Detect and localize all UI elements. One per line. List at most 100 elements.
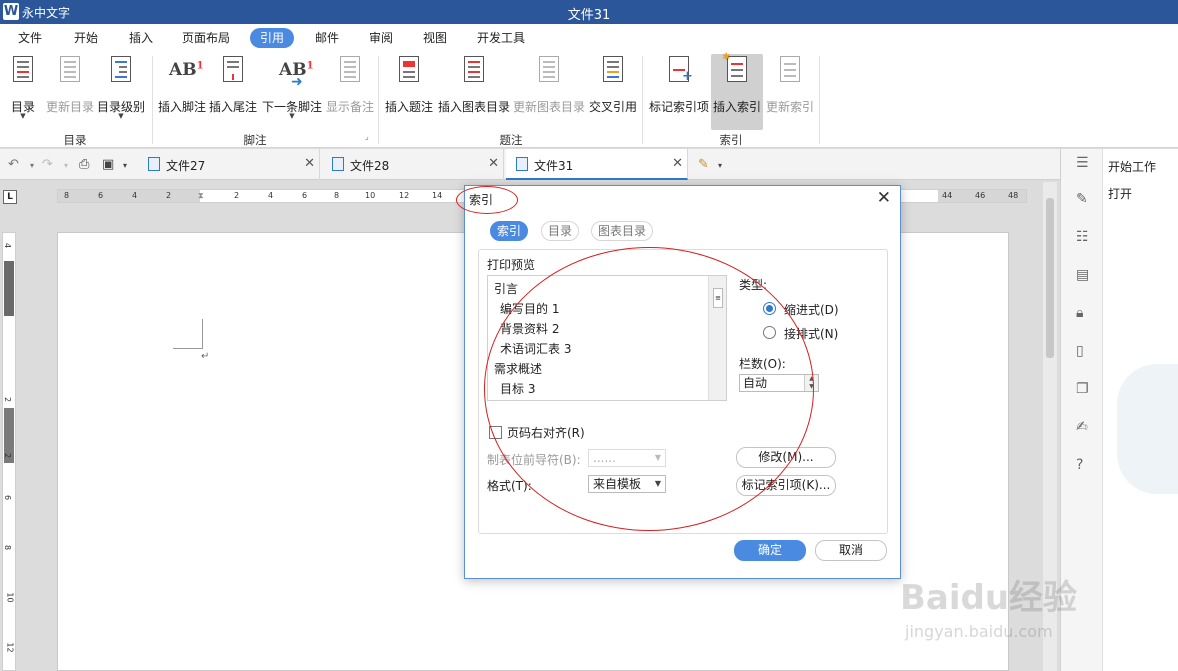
toc-button[interactable]: 目录 ▼: [8, 54, 38, 130]
update-figures-icon: [534, 54, 564, 88]
insert-footnote-button[interactable]: AB1 插入脚注: [157, 54, 207, 130]
cross-reference-button[interactable]: 交叉引用: [588, 54, 638, 130]
menu-view[interactable]: 视图: [423, 28, 447, 48]
start-work-title: 开始工作: [1108, 160, 1157, 174]
update-index-button[interactable]: 更新索引: [765, 54, 815, 130]
update-table-of-figures-button[interactable]: 更新图表目录: [512, 54, 586, 130]
group-label-toc: 目录: [63, 133, 87, 147]
caption-icon: [394, 54, 424, 88]
menu-page-layout[interactable]: 页面布局: [182, 28, 230, 48]
show-notes-button[interactable]: 显示备注: [325, 54, 375, 130]
menu-home[interactable]: 开始: [74, 28, 98, 48]
update-toc-button[interactable]: 更新目录: [44, 54, 96, 130]
close-icon[interactable]: ✕: [877, 188, 891, 208]
chevron-down-icon[interactable]: ▾: [123, 161, 127, 170]
insert-index-button[interactable]: ✱ 插入索引: [711, 52, 763, 130]
illustration: [1117, 364, 1178, 494]
group-label-index: 索引: [719, 133, 743, 147]
tab-stop-selector[interactable]: L: [3, 190, 17, 204]
menu-insert[interactable]: 插入: [129, 28, 153, 48]
tab-table-of-figures[interactable]: 图表目录: [591, 221, 654, 241]
watermark-logo: Baidu经验: [900, 578, 1078, 618]
chevron-down-icon: ▼: [289, 112, 295, 120]
document-icon: [332, 157, 344, 171]
next-footnote-icon: AB1 ➜: [279, 60, 314, 90]
menu-lines-icon[interactable]: ☰: [1076, 155, 1089, 171]
margin-corner-mark: [173, 319, 203, 349]
chevron-down-icon: ▼: [118, 112, 124, 120]
menu-bar: 文件 开始 插入 页面布局 引用 邮件 审阅 视图 开发工具: [0, 24, 1178, 50]
undo-icon[interactable]: ↶: [8, 157, 19, 172]
document-tab-bar: ↶ ▾ ↷ ▾ ⎙ ▣ ▾ 文件27 ✕ 文件28 ✕ 文件31 ✕ ✎ ▾: [0, 149, 1060, 180]
task-pane: 开始工作 打开: [1102, 149, 1178, 671]
insert-endnote-button[interactable]: 插入尾注: [208, 54, 258, 130]
tab-index[interactable]: 索引: [490, 221, 529, 241]
next-footnote-button[interactable]: AB1 ➜ 下一条脚注 ▼: [261, 54, 323, 130]
menu-developer[interactable]: 开发工具: [477, 28, 525, 48]
tab-doc-28[interactable]: 文件28 ✕: [322, 149, 504, 180]
show-notes-icon: [335, 54, 365, 88]
update-toc-icon: [55, 54, 85, 88]
help-icon[interactable]: ?: [1076, 457, 1083, 473]
chevron-down-icon: ▼: [20, 112, 26, 120]
chevron-down-icon[interactable]: ▾: [30, 161, 34, 170]
ok-button[interactable]: 确定: [734, 540, 806, 561]
group-divider: [819, 56, 820, 144]
edit-icon[interactable]: ✍: [1076, 419, 1088, 435]
menu-mailings[interactable]: 邮件: [315, 28, 339, 48]
group-label-caption: 题注: [499, 133, 523, 147]
ribbon: 目录 ▼ 更新目录 目录级别 ▼ 目录 AB1 插入脚注 插入尾注 AB1 ➜ 下一条…: [0, 50, 1178, 148]
paragraph-mark-icon: ↵: [201, 351, 210, 362]
dialog-launcher-icon[interactable]: ⌟: [365, 132, 369, 141]
close-icon[interactable]: ✕: [672, 156, 683, 171]
lock-icon[interactable]: 🔒︎: [1076, 305, 1083, 321]
redo-icon[interactable]: ↷: [42, 157, 53, 172]
insert-index-icon: ✱: [722, 52, 752, 88]
settings-sliders-icon[interactable]: ☷: [1076, 229, 1089, 245]
menu-review[interactable]: 审阅: [369, 28, 393, 48]
menu-file[interactable]: 文件: [18, 28, 42, 48]
group-divider: [152, 56, 153, 144]
toc-level-icon: [106, 54, 136, 88]
annotation-ellipse-options: [484, 247, 814, 531]
open-link[interactable]: 打开: [1108, 185, 1132, 202]
mark-entry-button[interactable]: + 标记索引项: [648, 54, 710, 130]
indent-marker-icon[interactable]: ⧗: [198, 191, 204, 201]
chevron-down-icon[interactable]: ▾: [64, 161, 68, 170]
document-icon: [516, 157, 528, 171]
group-divider: [378, 56, 379, 144]
insert-table-of-figures-button[interactable]: 插入图表目录: [437, 54, 511, 130]
table-of-figures-icon: [459, 54, 489, 88]
save-icon[interactable]: ▣: [102, 157, 114, 172]
preview-label: 打印预览: [487, 258, 536, 272]
print-preview-icon[interactable]: ⎙: [79, 157, 89, 172]
update-index-icon: [775, 54, 805, 88]
vertical-ruler[interactable]: 4 2 2 6 8 10 12: [2, 232, 16, 671]
new-document-icon[interactable]: ✎: [698, 157, 709, 172]
close-icon[interactable]: ✕: [304, 156, 315, 171]
copy-icon[interactable]: ❐: [1076, 381, 1089, 397]
document-icon: [148, 157, 160, 171]
tab-toc[interactable]: 目录: [541, 221, 580, 241]
pen-icon[interactable]: ✎: [1076, 191, 1088, 207]
annotation-ellipse-title: [456, 186, 518, 214]
watermark-url: jingyan.baidu.com: [905, 622, 1053, 641]
insert-caption-button[interactable]: 插入题注: [384, 54, 434, 130]
window-title: 文件31: [567, 8, 611, 23]
group-label-footnote: 脚注: [243, 133, 267, 147]
mark-entry-icon: +: [664, 54, 694, 88]
cancel-button[interactable]: 取消: [815, 540, 887, 561]
tab-doc-27[interactable]: 文件27 ✕: [138, 149, 320, 180]
toc-icon: [8, 54, 38, 88]
type-indent-label: 缩进式(D): [784, 303, 839, 317]
title-bar: W 永中文字 文件31: [0, 0, 1178, 24]
chevron-down-icon[interactable]: ▾: [718, 161, 722, 170]
toc-level-button[interactable]: 目录级别 ▼: [96, 54, 146, 130]
tab-doc-31[interactable]: 文件31 ✕: [506, 149, 688, 180]
close-icon[interactable]: ✕: [488, 156, 499, 171]
cross-reference-icon: [598, 54, 628, 88]
menu-references[interactable]: 引用: [250, 28, 295, 48]
layers-icon[interactable]: ▤: [1076, 267, 1089, 283]
bookmark-icon[interactable]: ▯: [1076, 343, 1084, 359]
endnote-icon: [218, 54, 248, 88]
